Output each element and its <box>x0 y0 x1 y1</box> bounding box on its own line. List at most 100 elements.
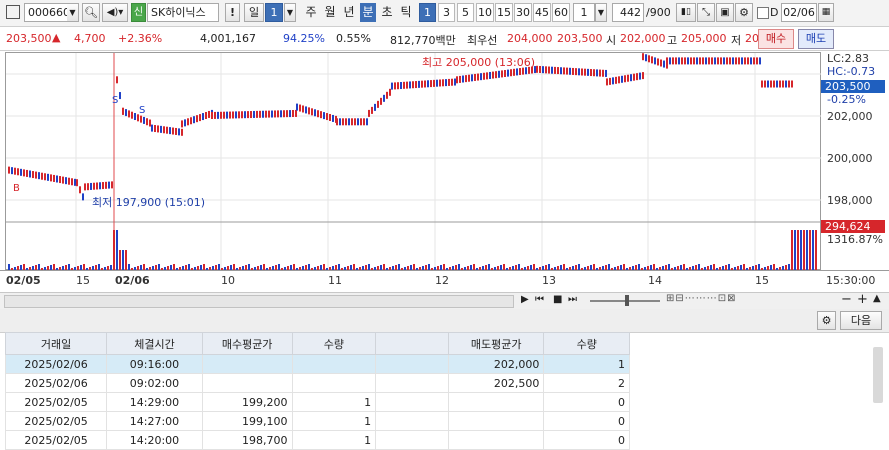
stock-code-dropdown[interactable]: ▼ <box>67 3 79 22</box>
table-row[interactable]: 2025/02/06 09:16:00 202,000 1 <box>4 354 630 374</box>
trade-amount: 812,770백만 <box>390 34 456 47</box>
chart-tool-icons[interactable]: ⊞⊟⋯⋯⋯⊡⊠ <box>666 293 737 304</box>
stock-name[interactable]: SK하이닉스 <box>147 3 219 22</box>
scroll-first-icon[interactable]: ⏮ <box>535 294 544 305</box>
interval-1[interactable]: 1 <box>419 3 436 22</box>
settings-icon[interactable]: ⚙ <box>735 3 753 22</box>
table-cell: 199,200 <box>201 392 293 412</box>
interval-input[interactable]: 1 <box>573 3 595 22</box>
interval-15[interactable]: 15 <box>495 3 513 22</box>
price-candle <box>714 57 716 65</box>
period-second[interactable]: 초 <box>379 3 395 22</box>
price-candle <box>486 72 488 80</box>
col-buy-qty[interactable]: 수량 <box>291 332 377 355</box>
price-candle <box>181 128 183 136</box>
high-label: 고 <box>667 34 678 47</box>
price-candle <box>131 111 133 119</box>
period-month[interactable]: 월 <box>322 3 338 22</box>
interval-45[interactable]: 45 <box>533 3 551 22</box>
price-candle <box>90 182 92 190</box>
sell-button[interactable]: 매도 <box>798 29 834 49</box>
period-day-button[interactable]: 일 <box>244 3 264 22</box>
col-exec-time[interactable]: 체결시간 <box>106 332 203 355</box>
interval-30[interactable]: 30 <box>514 3 532 22</box>
table-row[interactable]: 2025/02/06 09:02:00 202,500 2 <box>4 373 630 393</box>
table-row[interactable]: 2025/02/05 14:29:00 199,200 1 0 <box>4 392 630 412</box>
price-candle <box>770 80 772 88</box>
period-value-dropdown[interactable]: ▼ <box>284 3 296 22</box>
price-chart[interactable]: B S S 최고 205,000 (13:06) 최저 197,900 (15:01… <box>5 52 822 271</box>
col-sell-avg[interactable]: 매도평균가 <box>448 332 545 355</box>
scroll-last-icon[interactable]: ⏭ <box>568 294 577 305</box>
price-candle <box>593 69 595 77</box>
table-cell: 14:27:00 <box>106 411 203 431</box>
price-candle <box>421 80 423 88</box>
price-candle <box>56 175 58 183</box>
period-tick[interactable]: 틱 <box>398 3 414 22</box>
stop-icon[interactable]: ■ <box>553 294 562 305</box>
price-candle <box>669 57 671 65</box>
table-settings-icon[interactable]: ⚙ <box>817 311 836 330</box>
col-trade-date[interactable]: 거래일 <box>4 332 108 355</box>
zoom-out-icon[interactable]: − <box>841 292 852 307</box>
price-candle <box>418 80 420 88</box>
price-candle <box>672 57 674 65</box>
table-cell <box>201 373 293 393</box>
candle-type-icon[interactable]: ▮▯ <box>676 3 696 22</box>
save-icon[interactable]: ▣ <box>716 3 734 22</box>
interval-dropdown[interactable]: ▼ <box>595 3 607 22</box>
price-candle <box>332 114 334 122</box>
high-annotation: 최고 205,000 (13:06) <box>422 56 536 69</box>
volume-bar <box>809 230 811 270</box>
table-vscroll-thumb[interactable] <box>873 347 883 403</box>
price-candle <box>684 57 686 65</box>
price-candle <box>545 66 547 74</box>
stock-badge: 신 <box>131 3 146 22</box>
interval-3[interactable]: 3 <box>438 3 455 22</box>
calendar-icon[interactable]: ▦ <box>818 3 834 22</box>
period-week[interactable]: 주 <box>303 3 319 22</box>
interval-5[interactable]: 5 <box>457 3 474 22</box>
search-icon[interactable]: 🔍︎ <box>82 3 100 22</box>
zoom-slider-thumb[interactable] <box>625 295 629 306</box>
chart-scrollbar-track[interactable] <box>4 295 514 308</box>
price-candle <box>412 81 414 89</box>
open-label: 시 <box>606 34 617 47</box>
price-candle <box>732 57 734 65</box>
x-label-11: 11 <box>328 274 342 287</box>
next-button[interactable]: 다음 <box>840 311 882 330</box>
price-candle <box>788 80 790 88</box>
price-candle <box>247 111 249 119</box>
alert-button[interactable]: ! <box>225 3 240 22</box>
period-value-input[interactable]: 1 <box>265 3 283 22</box>
interval-10[interactable]: 10 <box>476 3 494 22</box>
table-cell: 0 <box>543 411 630 431</box>
window-icon[interactable] <box>6 5 20 19</box>
price-candle <box>753 57 755 65</box>
sound-icon[interactable]: ◀)▾ <box>102 3 128 22</box>
price-candle <box>645 54 647 62</box>
draw-line-icon[interactable]: ⤡ <box>697 3 715 22</box>
buy-button[interactable]: 매수 <box>758 29 794 49</box>
collapse-icon[interactable]: ▲ <box>873 293 881 304</box>
price-candle <box>785 80 787 88</box>
date-input[interactable]: 02/06 <box>781 3 817 22</box>
table-row[interactable]: 2025/02/05 14:27:00 199,100 1 0 <box>4 411 630 431</box>
zoom-in-icon[interactable]: + <box>857 292 868 307</box>
period-minute[interactable]: 분 <box>360 3 376 22</box>
count-input[interactable]: 442 <box>612 3 644 22</box>
price-candle <box>735 57 737 65</box>
period-year[interactable]: 년 <box>341 3 357 22</box>
price-candle <box>68 177 70 185</box>
table-row[interactable]: 2025/02/05 14:20:00 198,700 1 0 <box>4 430 630 450</box>
col-buy-avg[interactable]: 매수평균가 <box>201 332 293 355</box>
price-candle <box>791 80 793 88</box>
scroll-right-icon[interactable]: ▶ <box>521 294 529 305</box>
chart-scrollbar-thumb[interactable] <box>5 296 513 307</box>
price-candle <box>47 173 49 181</box>
volume-bar <box>125 250 127 270</box>
volume-tag: 294,624 <box>821 220 885 233</box>
date-checkbox[interactable] <box>757 7 769 19</box>
col-sell-qty[interactable]: 수량 <box>543 332 630 355</box>
interval-60[interactable]: 60 <box>552 3 570 22</box>
